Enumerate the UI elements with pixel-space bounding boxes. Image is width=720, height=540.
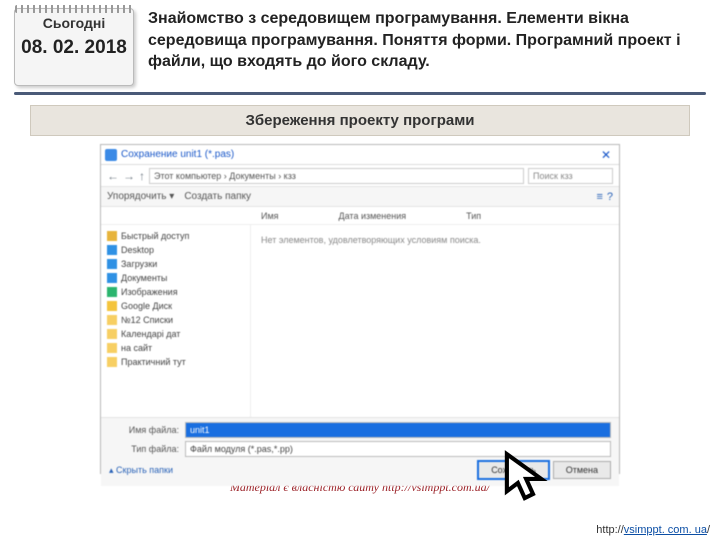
sidebar-item-label: на сайт (121, 343, 152, 353)
calendar-card: Сьогодні 08. 02. 2018 (14, 8, 134, 86)
sidebar-item-label: Desktop (121, 245, 154, 255)
sidebar-item-label: №12 Списки (121, 315, 173, 325)
pictures-icon (107, 287, 117, 297)
desktop-icon (107, 245, 117, 255)
footer-url: http://vsimppt. com. ua/ (596, 524, 710, 536)
folder-icon (107, 329, 117, 339)
sidebar-item-practical[interactable]: Практичний тут (107, 355, 244, 369)
sidebar-item-label: Быстрый доступ (121, 231, 189, 241)
col-date[interactable]: Дата изменения (339, 211, 407, 221)
folder-icon (107, 315, 117, 325)
col-name[interactable]: Имя (261, 211, 279, 221)
sidebar-item-quick[interactable]: Быстрый доступ (107, 229, 244, 243)
sidebar-item-pictures[interactable]: Изображения (107, 285, 244, 299)
sidebar-item-label: Практичний тут (121, 357, 186, 367)
documents-icon (107, 273, 117, 283)
col-type[interactable]: Тип (466, 211, 481, 221)
sidebar-item-label: Календарі дат (121, 329, 180, 339)
section-subtitle: Збереження проекту програми (30, 105, 690, 136)
empty-message: Нет элементов, удовлетворяющих условиям … (261, 235, 481, 245)
sidebar-item-lists[interactable]: №12 Списки (107, 313, 244, 327)
save-button[interactable]: Сохранить (477, 460, 550, 480)
up-button[interactable]: ↑ (139, 169, 145, 183)
sidebar-item-site[interactable]: на сайт (107, 341, 244, 355)
path-bar[interactable]: Этот компьютер › Документы › кзз (149, 168, 524, 184)
save-dialog: Сохранение unit1 (*.pas) ✕ ← → ↑ Этот ко… (100, 144, 620, 474)
sidebar-item-label: Изображения (121, 287, 178, 297)
help-icon[interactable]: ? (607, 191, 613, 203)
today-label: Сьогодні (19, 15, 129, 31)
footer-link[interactable]: vsimppt. com. ua (624, 524, 707, 536)
filename-field[interactable]: unit1 (185, 422, 611, 438)
divider (14, 92, 706, 95)
sidebar-item-downloads[interactable]: Загрузки (107, 257, 244, 271)
lesson-title: Знайомство з середовищем програмування. … (148, 8, 706, 73)
sidebar-item-today[interactable]: Календарі дат (107, 327, 244, 341)
organize-button[interactable]: Упорядочить ▾ (107, 191, 174, 202)
back-button[interactable]: ← (107, 169, 119, 183)
hide-folders-link[interactable]: ▴ Скрыть папки (109, 465, 173, 476)
close-icon[interactable]: ✕ (597, 148, 615, 162)
filename-label: Имя файла: (109, 425, 179, 435)
sidebar-item-documents[interactable]: Документы (107, 271, 244, 285)
filetype-field[interactable]: Файл модуля (*.pas,*.pp) (185, 441, 611, 457)
download-icon (107, 259, 117, 269)
sidebar-item-label: Документы (121, 273, 167, 283)
folder-icon (107, 357, 117, 367)
sidebar-item-gdrive[interactable]: Google Диск (107, 299, 244, 313)
dialog-titlebar: Сохранение unit1 (*.pas) ✕ (101, 145, 619, 165)
sidebar-item-label: Google Диск (121, 301, 172, 311)
forward-button[interactable]: → (123, 169, 135, 183)
newfolder-button[interactable]: Создать папку (184, 191, 251, 202)
file-list: Нет элементов, удовлетворяющих условиям … (251, 225, 619, 417)
view-icon[interactable]: ≡ (596, 191, 602, 203)
star-icon (107, 231, 117, 241)
sidebar-item-label: Загрузки (121, 259, 157, 269)
app-icon (105, 149, 117, 161)
cancel-button[interactable]: Отмена (553, 461, 611, 479)
sidebar: Быстрый доступ Desktop Загрузки Документ… (101, 225, 251, 417)
dialog-title: Сохранение unit1 (*.pas) (121, 149, 234, 160)
folder-icon (107, 343, 117, 353)
search-input[interactable]: Поиск кзз (528, 168, 613, 184)
date-value: 08. 02. 2018 (19, 37, 129, 59)
filetype-label: Тип файла: (109, 444, 179, 454)
gdrive-icon (107, 301, 117, 311)
sidebar-item-desktop[interactable]: Desktop (107, 243, 244, 257)
